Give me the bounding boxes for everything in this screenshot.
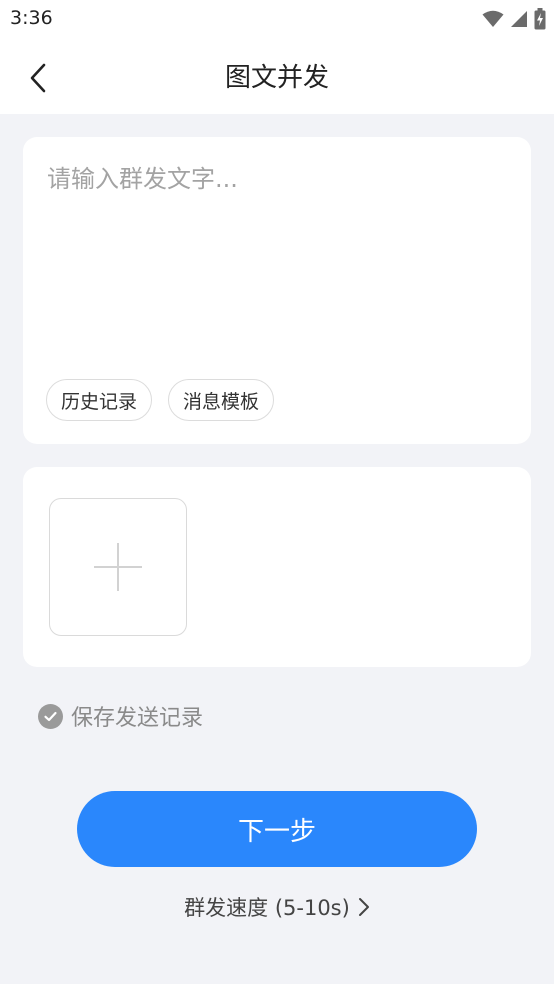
status-time: 3:36 — [10, 7, 53, 29]
message-template-chip[interactable]: 消息模板 — [168, 379, 275, 421]
next-step-button[interactable]: 下一步 — [77, 791, 477, 867]
message-chips: 历史记录 消息模板 — [46, 379, 275, 421]
send-speed-label: 群发速度 (5-10s) — [184, 896, 350, 920]
page-title: 图文并发 — [224, 63, 329, 93]
image-card — [23, 467, 531, 667]
add-image-button[interactable] — [49, 498, 187, 636]
check-circle-icon — [38, 703, 63, 729]
signal-icon — [511, 11, 527, 27]
status-icons — [482, 6, 546, 32]
save-record-label: 保存发送记录 — [71, 706, 204, 731]
plus-icon — [94, 543, 142, 591]
save-record-toggle[interactable]: 保存发送记录 — [38, 700, 203, 732]
status-bar: 3:36 — [0, 0, 554, 38]
chevron-right-icon — [358, 898, 369, 916]
send-speed-link[interactable]: 群发速度 (5-10s) — [0, 892, 554, 922]
top-header: 3:36 图文并发 — [0, 0, 554, 114]
wifi-icon — [482, 10, 504, 27]
battery-icon — [534, 8, 546, 30]
history-record-chip[interactable]: 历史记录 — [46, 379, 153, 421]
message-input[interactable] — [47, 159, 507, 359]
message-card: 历史记录 消息模板 — [23, 137, 531, 444]
nav-bar: 图文并发 — [0, 40, 554, 114]
